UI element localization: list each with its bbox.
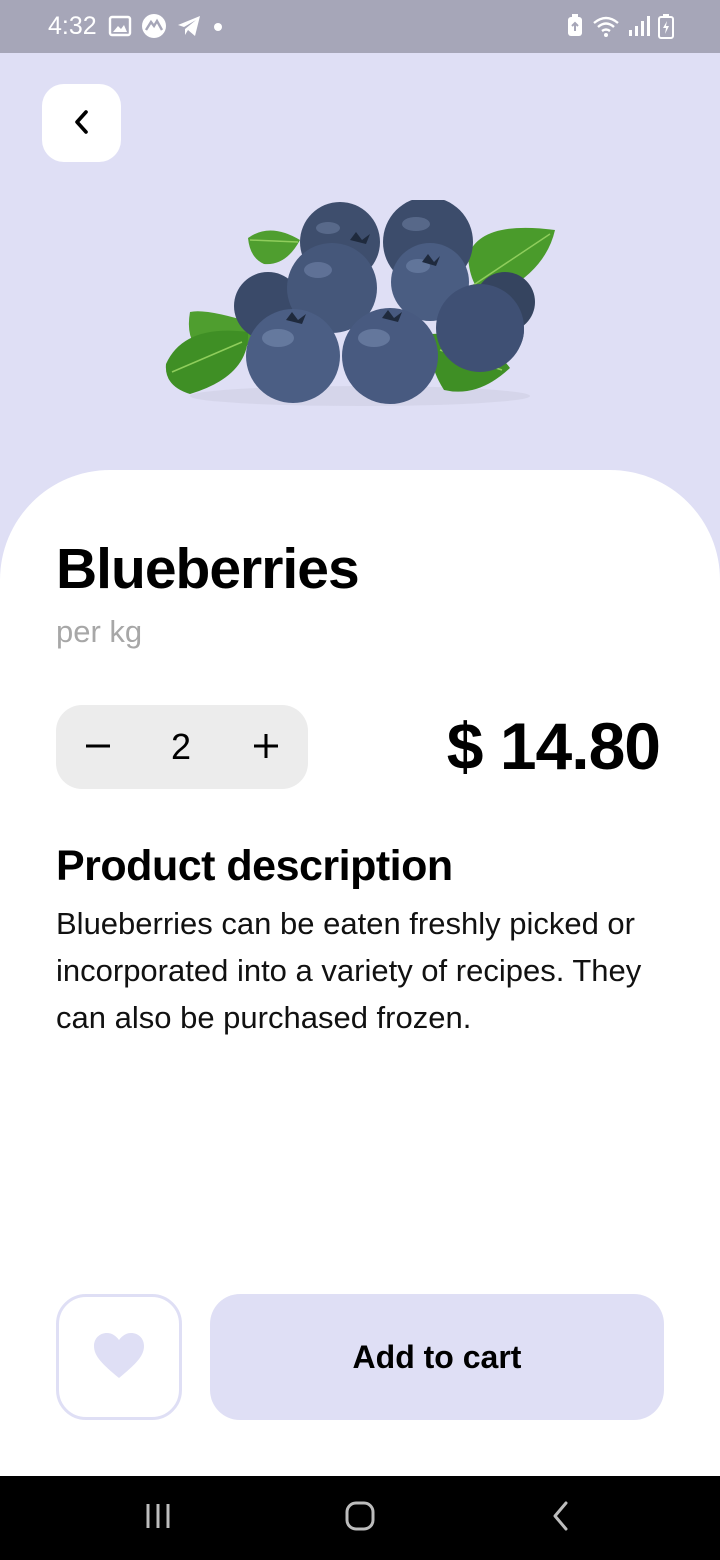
recent-apps-icon xyxy=(144,1502,172,1534)
add-to-cart-button[interactable]: Add to cart xyxy=(210,1294,664,1420)
back-button[interactable] xyxy=(42,84,121,162)
blueberries-image xyxy=(160,197,560,415)
product-price: $ 14.80 xyxy=(446,709,661,783)
back-icon xyxy=(549,1500,573,1536)
status-bar: 4:32 xyxy=(0,0,720,53)
chevron-left-icon xyxy=(70,107,94,140)
heart-icon xyxy=(92,1332,146,1383)
status-time: 4:32 xyxy=(48,12,97,40)
quantity-value: 2 xyxy=(170,726,192,767)
status-right-icons xyxy=(566,14,674,42)
product-name: Blueberries xyxy=(56,537,360,601)
recent-apps-button[interactable] xyxy=(113,1476,203,1560)
description-text: Blueberries can be eaten freshly picked … xyxy=(56,906,642,1035)
decrease-quantity-button[interactable] xyxy=(58,705,138,789)
description-heading: Product description xyxy=(56,842,453,890)
gallery-icon xyxy=(108,15,132,41)
favorite-button[interactable] xyxy=(56,1294,182,1420)
plus-icon xyxy=(252,732,280,763)
signal-icon xyxy=(628,14,650,42)
status-left-icons xyxy=(108,14,225,42)
battery-saver-icon xyxy=(566,14,584,42)
home-button[interactable] xyxy=(315,1476,405,1560)
quantity-stepper: 2 xyxy=(56,705,308,789)
back-nav-button[interactable] xyxy=(516,1476,606,1560)
notification-dot-icon xyxy=(211,19,225,38)
home-icon xyxy=(344,1500,376,1536)
battery-charging-icon xyxy=(658,13,674,43)
system-nav-bar xyxy=(0,1476,720,1560)
app-icon xyxy=(141,13,167,43)
increase-quantity-button[interactable] xyxy=(226,705,306,789)
wifi-icon xyxy=(592,14,620,42)
minus-icon xyxy=(84,732,112,763)
telegram-icon xyxy=(176,14,202,42)
product-unit: per kg xyxy=(56,614,143,649)
